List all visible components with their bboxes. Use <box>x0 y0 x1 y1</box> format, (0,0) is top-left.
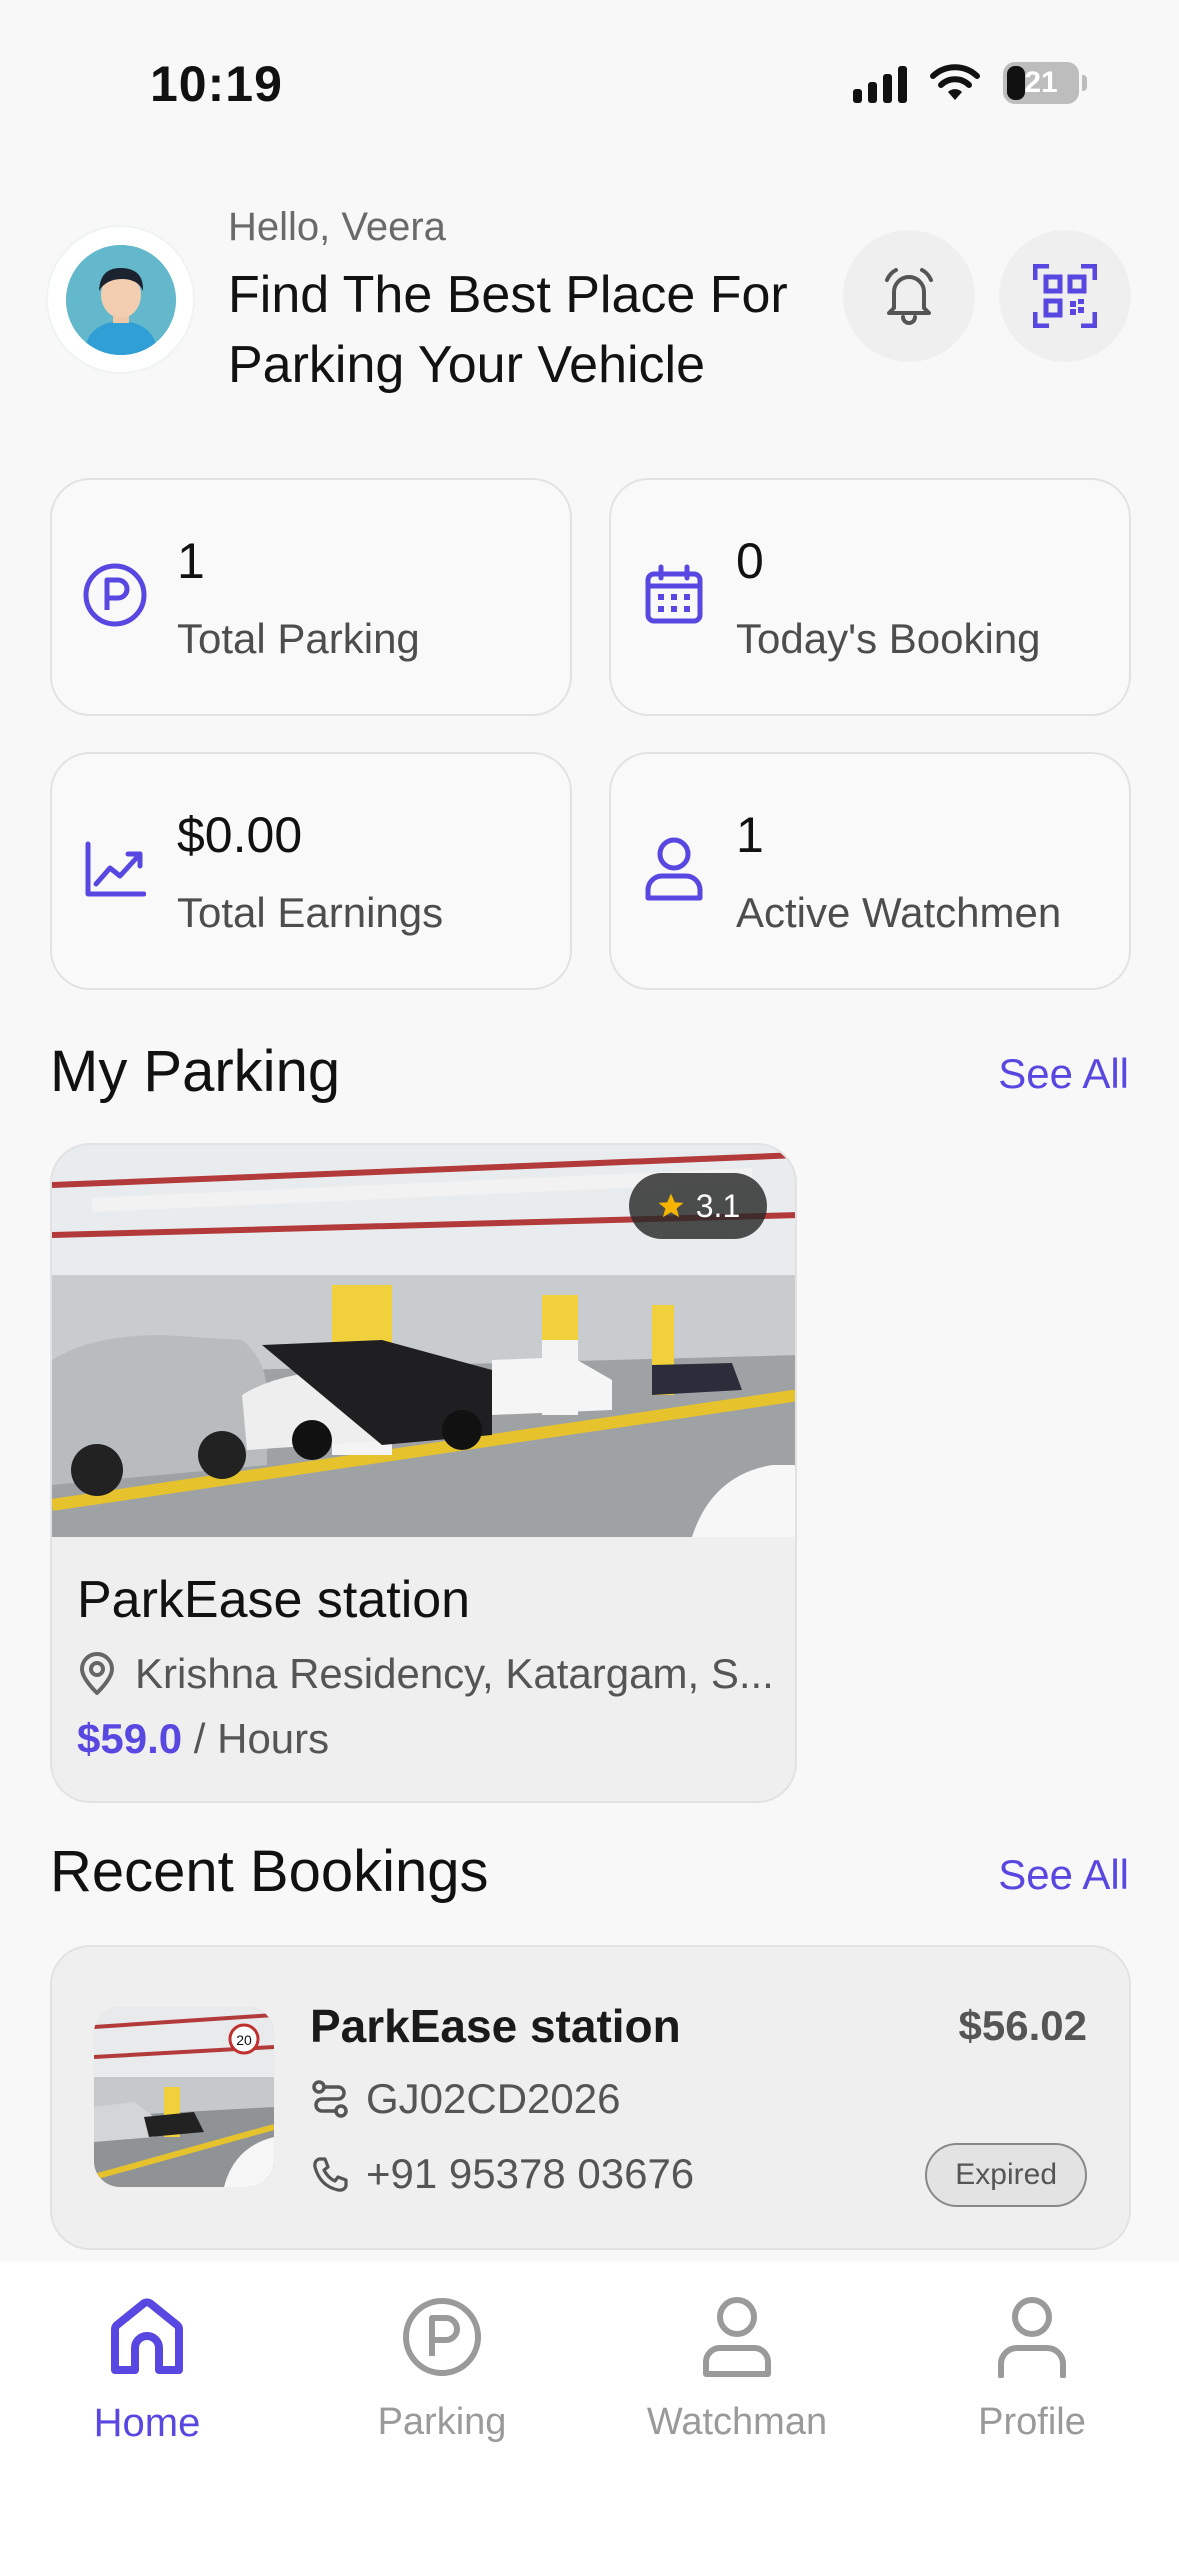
route-icon <box>312 2080 348 2118</box>
wifi-icon <box>930 64 980 100</box>
stat-label: Today's Booking <box>736 615 1041 662</box>
nav-label: Home <box>93 2401 201 2445</box>
profile-icon <box>998 2297 1066 2378</box>
stat-value: 1 <box>736 807 764 863</box>
status-icons: 21 <box>853 62 1087 104</box>
battery-icon: 21 <box>1003 62 1087 104</box>
nav-label: Watchman <box>646 2401 828 2443</box>
booking-thumbnail: 20 <box>94 2007 274 2187</box>
parking-icon <box>83 563 147 627</box>
stat-value: 0 <box>736 533 764 589</box>
stat-card-todays-booking[interactable]: 0 Today's Booking <box>609 478 1131 716</box>
price-amount: $59.0 <box>77 1715 183 1762</box>
stat-value: $0.00 <box>177 807 303 863</box>
nav-item-watchman[interactable]: Watchman <box>607 2287 867 2444</box>
parking-card[interactable]: 3.1 ParkEase station Krishna Residency, … <box>50 1143 797 1803</box>
bottom-nav: Home Parking Watchman Profile <box>0 2262 1179 2556</box>
price-unit: / Hours <box>182 1715 330 1762</box>
stat-label: Total Parking <box>177 615 420 662</box>
parking-icon <box>403 2298 481 2376</box>
stat-label: Total Earnings <box>177 889 444 936</box>
watchman-icon <box>703 2297 771 2377</box>
home-icon <box>111 2298 183 2374</box>
phone-icon <box>313 2157 348 2192</box>
qr-scan-button[interactable] <box>999 230 1131 362</box>
booking-price: $56.02 <box>958 2002 1087 2049</box>
star-icon <box>658 1193 684 1218</box>
parking-address: Krishna Residency, Katargam, S... <box>135 1650 774 1697</box>
cellular-signal-icon <box>853 63 907 103</box>
recent-bookings-see-all-link[interactable]: See All <box>998 1851 1129 1899</box>
battery-level: 21 <box>1024 66 1058 99</box>
stat-card-total-earnings[interactable]: $0.00 Total Earnings <box>50 752 572 990</box>
stat-value: 1 <box>177 533 205 589</box>
parking-name: ParkEase station <box>77 1571 471 1629</box>
calendar-icon <box>645 564 703 624</box>
parking-location: Krishna Residency, Katargam, S... <box>77 1650 774 1698</box>
nav-label: Profile <box>978 2401 1086 2443</box>
booking-parking-name: ParkEase station <box>310 2000 681 2052</box>
svg-text:20: 20 <box>236 2032 252 2048</box>
booking-card[interactable]: 20 ParkEase station GJ02CD2026 +91 95378… <box>50 1945 1131 2250</box>
avatar[interactable] <box>48 227 193 372</box>
nav-item-profile[interactable]: Profile <box>902 2287 1162 2444</box>
my-parking-see-all-link[interactable]: See All <box>998 1050 1129 1098</box>
nav-item-home[interactable]: Home <box>17 2287 277 2446</box>
status-badge: Expired <box>925 2143 1087 2207</box>
notifications-button[interactable] <box>843 230 975 362</box>
rating-value: 3.1 <box>695 1187 741 1224</box>
qr-code-icon <box>1033 264 1097 328</box>
user-avatar-icon <box>65 244 176 355</box>
status-bar: 10:19 21 <box>0 0 1179 170</box>
booking-vehicle-number: GJ02CD2026 <box>366 2075 621 2122</box>
parking-price: $59.0 / Hours <box>77 1715 329 1763</box>
stat-card-total-parking[interactable]: 1 Total Parking <box>50 478 572 716</box>
booking-phone-number: +91 95378 03676 <box>366 2150 695 2197</box>
rating-badge: 3.1 <box>629 1173 767 1239</box>
nav-item-parking[interactable]: Parking <box>312 2287 572 2444</box>
recent-bookings-title: Recent Bookings <box>50 1839 489 1904</box>
booking-phone-row: +91 95378 03676 <box>310 2150 694 2198</box>
greeting: Hello, Veera <box>228 205 446 249</box>
status-time: 10:19 <box>150 56 283 112</box>
nav-label: Parking <box>377 2401 507 2443</box>
booking-vehicle-row: GJ02CD2026 <box>310 2075 620 2123</box>
bell-icon <box>885 268 933 325</box>
my-parking-title: My Parking <box>50 1039 341 1104</box>
trend-chart-icon <box>85 841 146 897</box>
header: Hello, Veera Find The Best Place For Par… <box>48 205 1131 405</box>
stat-label: Active Watchmen <box>736 889 1062 936</box>
user-icon <box>645 837 703 901</box>
stat-card-active-watchmen[interactable]: 1 Active Watchmen <box>609 752 1131 990</box>
location-pin-icon <box>80 1652 114 1695</box>
page-title: Find The Best Place For Parking Your Veh… <box>228 266 788 394</box>
